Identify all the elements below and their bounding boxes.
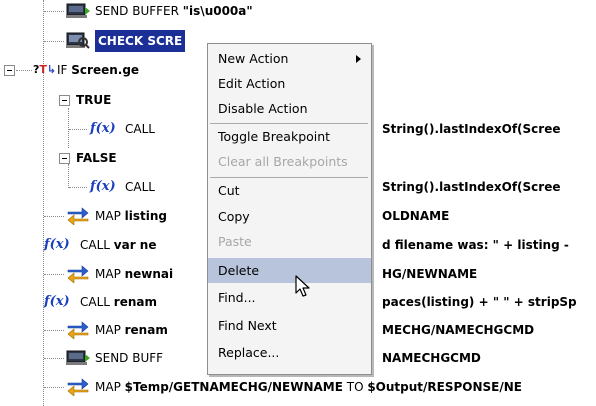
branch-label: TRUE (76, 93, 112, 107)
row-keyword: CALL (80, 238, 114, 252)
tree-row-send-buffer[interactable]: SEND BUFF (0, 347, 200, 369)
menu-item-find[interactable]: Find... (208, 285, 371, 311)
send-buffer-icon (66, 350, 90, 365)
row-value: renam (124, 323, 168, 337)
if-icon: ?T↳ (33, 63, 57, 76)
tree-row-call[interactable]: f(x) CALL (0, 176, 200, 198)
row-value: newnai (124, 267, 174, 281)
map-arrows-icon (67, 207, 89, 225)
row-keyword: MAP (95, 209, 125, 223)
collapse-toggle[interactable] (59, 95, 70, 106)
row-value: renam (113, 295, 157, 309)
tree-row-map[interactable]: MAP listing (0, 205, 200, 227)
send-buffer-icon (66, 3, 90, 18)
row-keyword: CALL (125, 180, 155, 194)
map-arrows-icon (67, 378, 89, 396)
row-keyword: MAP (95, 323, 125, 337)
submenu-arrow-icon (356, 55, 361, 63)
check-screen-icon (66, 32, 90, 49)
row-value: var ne (113, 238, 157, 252)
menu-item-replace[interactable]: Replace... (208, 340, 371, 366)
tree-row-map[interactable]: MAP newnai (0, 263, 200, 285)
function-icon: f(x) (44, 237, 70, 252)
row-text-fragment: HG/NEWNAME (382, 267, 478, 281)
tree-row-true[interactable]: TRUE (0, 89, 200, 111)
row-keyword: TO (342, 380, 368, 394)
row-value: listing (124, 209, 167, 223)
menu-item-toggle-breakpoint[interactable]: Toggle Breakpoint (208, 124, 371, 150)
function-icon: f(x) (90, 179, 116, 194)
context-menu: New Action Edit Action Disable Action To… (207, 43, 372, 375)
menu-item-copy[interactable]: Copy (208, 204, 371, 230)
tree-row-map[interactable]: MAP renam (0, 319, 200, 341)
row-keyword: CALL (80, 295, 114, 309)
row-value: "is\u000a" (182, 4, 253, 18)
menu-item-edit-action[interactable]: Edit Action (208, 71, 371, 97)
menu-item-delete[interactable]: Delete (208, 258, 371, 283)
tree-row-call[interactable]: f(x) CALL (0, 118, 200, 140)
tree-row-call[interactable]: f(x) CALL var ne (0, 234, 200, 256)
row-keyword: CALL (125, 122, 155, 136)
row-keyword: SEND BUFF (95, 351, 164, 365)
row-text-fragment: paces(listing) + " " + stripSp (382, 295, 577, 309)
menu-item-find-next[interactable]: Find Next (208, 313, 371, 339)
tree-row-map[interactable]: MAP $Temp/GETNAMECHG/NEWNAME TO $Output/… (0, 376, 596, 398)
function-icon: f(x) (44, 294, 70, 309)
function-icon: f(x) (90, 121, 116, 136)
map-arrows-icon (67, 321, 89, 339)
row-text-fragment: d filename was: " + listing - (382, 238, 569, 252)
tree-row-call[interactable]: f(x) CALL renam (0, 291, 200, 313)
map-arrows-icon (67, 265, 89, 283)
row-text-fragment: String().lastIndexOf(Scree (382, 122, 561, 136)
row-keyword: IF (57, 63, 72, 77)
menu-item-disable-action[interactable]: Disable Action (208, 96, 371, 122)
row-value: $Temp/GETNAMECHG/NEWNAME (124, 380, 343, 394)
collapse-toggle[interactable] (4, 65, 15, 76)
row-text-fragment: NAMECHGCMD (382, 351, 481, 365)
selected-row-label: CHECK SCRE (95, 30, 186, 52)
mouse-cursor-icon (295, 275, 310, 297)
menu-item-cut[interactable]: Cut (208, 178, 371, 204)
row-keyword: MAP (95, 267, 125, 281)
row-value: Screen.ge (71, 63, 140, 77)
row-keyword: MAP (95, 380, 125, 394)
menu-item-paste: Paste (218, 234, 252, 249)
branch-label: FALSE (76, 151, 117, 165)
row-keyword: SEND BUFFER (95, 4, 183, 18)
menu-item-new-action[interactable]: New Action (208, 46, 371, 72)
menu-item-clear-all-breakpoints: Clear all Breakpoints (218, 154, 348, 169)
row-text-fragment: MECHG/NAMECHGCMD (382, 323, 535, 337)
row-text-fragment: OLDNAME (382, 209, 450, 223)
tree-row-false[interactable]: FALSE (0, 147, 200, 169)
row-value: $Output/RESPONSE/NE (367, 380, 522, 394)
collapse-toggle[interactable] (59, 153, 70, 164)
row-text-fragment: String().lastIndexOf(Scree (382, 180, 561, 194)
tree-row-send-buffer[interactable]: SEND BUFFER "is\u000a" (0, 0, 596, 22)
